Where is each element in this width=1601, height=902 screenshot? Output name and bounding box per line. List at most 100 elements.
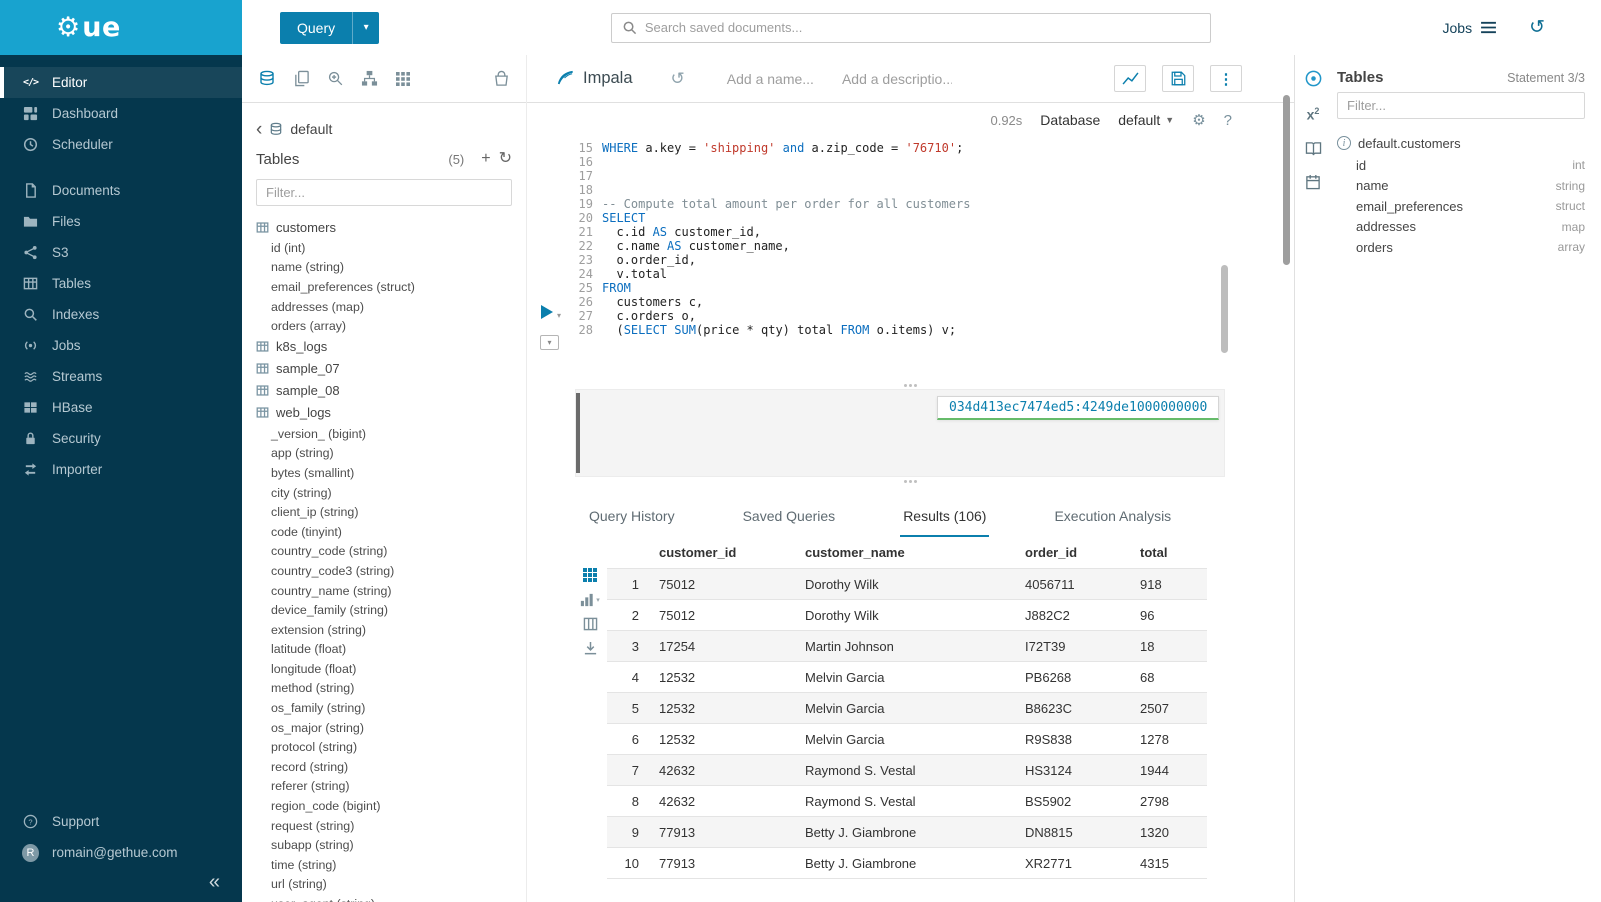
assist-item[interactable]: id (int) xyxy=(256,238,512,258)
documents-copy-icon[interactable] xyxy=(293,70,310,87)
assist-item[interactable]: client_ip (string) xyxy=(256,502,512,522)
support-link[interactable]: ? Support xyxy=(0,806,242,837)
result-tab[interactable]: Results (106) xyxy=(900,508,989,537)
sidebar-collapse-icon[interactable]: « xyxy=(209,871,220,894)
assist-item[interactable]: _version_ (bigint) xyxy=(256,424,512,444)
assist-item[interactable]: subapp (string) xyxy=(256,835,512,855)
assist-filter-input[interactable] xyxy=(256,179,512,206)
add-table-icon[interactable]: + xyxy=(481,151,490,167)
query-description-field[interactable]: Add a descriptio... xyxy=(842,71,952,87)
sidebar-item-documents[interactable]: Documents xyxy=(0,175,242,206)
table-row[interactable]: 3 17254 Martin Johnson I72T39 18 xyxy=(607,631,1207,662)
user-account[interactable]: R romain@gethue.com xyxy=(0,837,242,868)
sidebar-item-indexes[interactable]: Indexes xyxy=(0,299,242,330)
active-table[interactable]: i default.customers xyxy=(1337,131,1585,155)
query-name-field[interactable]: Add a name... xyxy=(727,71,814,87)
assistant-target-icon[interactable] xyxy=(1304,69,1323,88)
sidebar-item-streams[interactable]: Streams xyxy=(0,361,242,392)
assist-item[interactable]: os_major (string) xyxy=(256,718,512,738)
page-scrollbar[interactable] xyxy=(1283,95,1290,265)
sidebar-item-files[interactable]: Files xyxy=(0,206,242,237)
column-item[interactable]: name string xyxy=(1337,176,1585,197)
column-item[interactable]: email_preferences struct xyxy=(1337,196,1585,217)
assist-item[interactable]: country_name (string) xyxy=(256,581,512,601)
databases-icon[interactable] xyxy=(258,70,276,88)
code-lines[interactable]: WHERE a.key = 'shipping' and a.zip_code … xyxy=(593,137,1294,381)
assist-item[interactable]: longitude (float) xyxy=(256,659,512,679)
result-tab[interactable]: Query History xyxy=(586,508,678,537)
table-row[interactable]: 9 77913 Betty J. Giambrone DN8815 1320 xyxy=(607,817,1207,848)
chart-view-icon[interactable]: ▾ xyxy=(580,593,600,607)
history-icon[interactable]: ↺ xyxy=(1529,16,1545,39)
save-button[interactable] xyxy=(1162,65,1194,92)
resize-handle[interactable] xyxy=(527,477,1294,485)
assist-item[interactable]: customers xyxy=(256,216,512,238)
editor-scrollbar[interactable] xyxy=(1221,265,1228,353)
chart-button[interactable] xyxy=(1114,65,1146,92)
table-row[interactable]: 4 12532 Melvin Garcia PB6268 68 xyxy=(607,662,1207,693)
code-editor[interactable]: ▾ ▾ 1516171819202122232425262728 WHERE a… xyxy=(527,137,1294,381)
schedule-calendar-icon[interactable] xyxy=(1305,174,1321,190)
sidebar-item-tables[interactable]: Tables xyxy=(0,268,242,299)
right-panel-filter-input[interactable] xyxy=(1337,92,1585,119)
chevron-down-icon[interactable]: ▾ xyxy=(353,22,379,33)
sidebar-item-editor[interactable]: </> Editor xyxy=(0,67,242,98)
assist-item[interactable]: sample_08 xyxy=(256,380,512,402)
sidebar-item-jobs[interactable]: Jobs xyxy=(0,330,242,361)
zoom-plus-icon[interactable] xyxy=(327,70,344,87)
column-header[interactable]: total xyxy=(1122,545,1207,560)
assist-item[interactable]: country_code (string) xyxy=(256,542,512,562)
execute-play-button[interactable] xyxy=(541,305,553,319)
assist-item[interactable]: country_code3 (string) xyxy=(256,561,512,581)
assist-item[interactable]: request (string) xyxy=(256,816,512,836)
column-header[interactable]: customer_id xyxy=(641,545,787,560)
execute-options-caret[interactable]: ▾ xyxy=(557,311,561,320)
language-reference-icon[interactable] xyxy=(1305,141,1322,156)
assist-item[interactable]: sample_07 xyxy=(256,358,512,380)
sidebar-item-dashboard[interactable]: Dashboard xyxy=(0,98,242,129)
table-row[interactable]: 10 77913 Betty J. Giambrone XR2771 4315 xyxy=(607,848,1207,879)
assist-item[interactable]: region_code (bigint) xyxy=(256,796,512,816)
functions-icon[interactable]: x2 xyxy=(1307,106,1320,123)
assist-item[interactable]: extension (string) xyxy=(256,620,512,640)
search-input[interactable] xyxy=(645,20,1200,35)
table-row[interactable]: 6 12532 Melvin Garcia R9S838 1278 xyxy=(607,724,1207,755)
result-tab[interactable]: Execution Analysis xyxy=(1051,508,1174,537)
table-row[interactable]: 1 75012 Dorothy Wilk 4056711 918 xyxy=(607,569,1207,600)
hue-logo[interactable]: ⚙ ue xyxy=(0,0,242,55)
result-tab[interactable]: Saved Queries xyxy=(740,508,839,537)
limit-selector[interactable]: ▾ xyxy=(540,335,559,350)
table-row[interactable]: 8 42632 Raymond S. Vestal BS5902 2798 xyxy=(607,786,1207,817)
grid-view-icon[interactable] xyxy=(582,567,598,583)
refresh-icon[interactable]: ↻ xyxy=(499,151,512,167)
assist-item[interactable]: time (string) xyxy=(256,855,512,875)
column-item[interactable]: orders array xyxy=(1337,237,1585,258)
basket-icon[interactable] xyxy=(493,70,510,87)
table-row[interactable]: 2 75012 Dorothy Wilk J882C2 96 xyxy=(607,600,1207,631)
sidebar-item-importer[interactable]: Importer xyxy=(0,454,242,485)
database-breadcrumb[interactable]: ‹ default xyxy=(256,115,512,143)
query-history-icon[interactable]: ↺ xyxy=(671,69,685,89)
assist-item[interactable]: referer (string) xyxy=(256,777,512,797)
assist-item[interactable]: city (string) xyxy=(256,483,512,503)
assist-item[interactable]: code (tinyint) xyxy=(256,522,512,542)
assist-item[interactable]: orders (array) xyxy=(256,316,512,336)
assist-item[interactable]: method (string) xyxy=(256,679,512,699)
download-icon[interactable] xyxy=(583,641,598,656)
sidebar-item-s3[interactable]: S3 xyxy=(0,237,242,268)
jobs-link[interactable]: Jobs xyxy=(1443,20,1498,36)
sidebar-item-security[interactable]: Security xyxy=(0,423,242,454)
column-item[interactable]: addresses map xyxy=(1337,217,1585,238)
sidebar-item-scheduler[interactable]: Scheduler xyxy=(0,129,242,160)
gear-icon[interactable]: ⚙ xyxy=(1192,111,1205,129)
assist-item[interactable]: user_agent (string) xyxy=(256,894,512,902)
assist-item[interactable]: os_family (string) xyxy=(256,698,512,718)
assist-item[interactable]: addresses (map) xyxy=(256,297,512,317)
help-icon[interactable]: ? xyxy=(1224,112,1232,129)
database-select[interactable]: default ▼ xyxy=(1118,112,1174,128)
assist-item[interactable]: name (string) xyxy=(256,258,512,278)
assist-item[interactable]: web_logs xyxy=(256,402,512,424)
assist-item[interactable]: bytes (smallint) xyxy=(256,463,512,483)
resize-handle[interactable] xyxy=(527,381,1294,389)
table-row[interactable]: 5 12532 Melvin Garcia B8623C 2507 xyxy=(607,693,1207,724)
